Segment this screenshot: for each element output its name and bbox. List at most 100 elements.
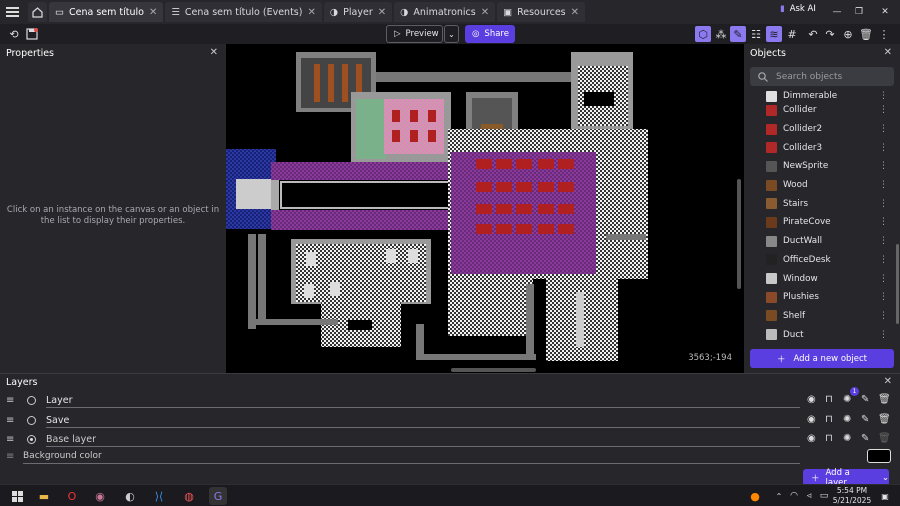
background-color-swatch[interactable]: [867, 449, 891, 463]
layer-name[interactable]: Save: [46, 413, 800, 428]
close-icon[interactable]: ✕: [481, 7, 489, 18]
steam-icon[interactable]: ◐: [121, 487, 139, 505]
search-input[interactable]: Search objects: [750, 67, 894, 86]
edit-icon[interactable]: ✎: [730, 26, 746, 42]
layer-row[interactable]: ≡ Layer ◉ ⊓ ✺ ✎ 🗑 1: [0, 387, 900, 410]
redo-icon[interactable]: ↷: [822, 26, 838, 42]
drag-handle-icon[interactable]: ≡: [6, 434, 14, 445]
more-options-icon[interactable]: ⋮: [879, 217, 888, 227]
preview-dropdown-button[interactable]: ⌄: [444, 25, 459, 43]
more-options-icon[interactable]: ⋮: [879, 311, 888, 321]
trash-icon[interactable]: 🗑: [878, 394, 891, 405]
more-options-icon[interactable]: ⋮: [879, 143, 888, 153]
tab-scene[interactable]: ▭ Cena sem título ✕: [49, 2, 164, 22]
visibility-eye-icon[interactable]: ◉: [807, 433, 816, 444]
delete-icon[interactable]: 🗑: [858, 26, 874, 42]
save-icon[interactable]: [24, 26, 40, 42]
close-icon[interactable]: ✕: [378, 7, 386, 18]
close-icon[interactable]: ✕: [884, 47, 892, 58]
chevron-down-icon[interactable]: ⌄: [882, 473, 889, 483]
more-icon[interactable]: ⋮: [876, 26, 892, 42]
close-icon[interactable]: ✕: [884, 376, 892, 387]
vscode-icon[interactable]: ⟩⟨: [150, 487, 168, 505]
tab-events[interactable]: ☰ Cena sem título (Events) ✕: [165, 2, 322, 22]
browser-icon[interactable]: ◍: [180, 487, 198, 505]
tab-player[interactable]: ◑ Player ✕: [323, 2, 393, 22]
object-list-item[interactable]: Collider2 ⋮: [744, 120, 900, 139]
more-options-icon[interactable]: ⋮: [879, 236, 888, 246]
lock-icon[interactable]: ⊓: [825, 394, 833, 405]
more-options-icon[interactable]: ⋮: [879, 255, 888, 265]
more-options-icon[interactable]: ⋮: [879, 91, 888, 101]
object-list-item[interactable]: OfficeDesk ⋮: [744, 251, 900, 270]
visibility-eye-icon[interactable]: ◉: [807, 414, 816, 425]
lock-icon[interactable]: ⊓: [825, 433, 833, 444]
objects-scrollbar[interactable]: [896, 244, 899, 324]
object-groups-icon[interactable]: ⁂: [713, 26, 729, 42]
visibility-eye-icon[interactable]: ◉: [807, 394, 816, 405]
layer-select-radio[interactable]: [27, 396, 36, 405]
close-icon[interactable]: ✕: [210, 47, 218, 58]
file-explorer-icon[interactable]: ▬: [35, 487, 53, 505]
lock-icon[interactable]: ⊓: [825, 414, 833, 425]
edit-icon[interactable]: ✎: [861, 433, 869, 444]
effects-icon[interactable]: ✺: [843, 433, 851, 444]
object-panel-toggle-icon[interactable]: ⬡: [695, 26, 711, 42]
object-list-item[interactable]: Shelf ⋮: [744, 307, 900, 326]
object-list-item[interactable]: Duct ⋮: [744, 325, 900, 344]
undo-history-icon[interactable]: ⟲: [6, 26, 22, 42]
layer-name[interactable]: Base layer: [46, 432, 800, 447]
discord-icon[interactable]: ◉: [91, 487, 109, 505]
close-icon[interactable]: ✕: [571, 7, 579, 18]
gdevelop-icon[interactable]: G: [209, 487, 227, 505]
more-options-icon[interactable]: ⋮: [879, 161, 888, 171]
preview-button[interactable]: ▷ Preview: [386, 25, 443, 43]
layers-toggle-icon[interactable]: ≋: [766, 26, 782, 42]
object-list-item[interactable]: Dimmerable ⋮: [744, 91, 900, 102]
zoom-icon[interactable]: ⊕: [840, 26, 856, 42]
more-options-icon[interactable]: ⋮: [879, 292, 888, 302]
windows-start-icon[interactable]: [8, 487, 26, 505]
light-icon[interactable]: ✺: [843, 414, 851, 425]
battery-icon[interactable]: ▭: [815, 487, 833, 505]
add-object-button[interactable]: ＋ Add a new object: [750, 349, 894, 368]
notifications-icon[interactable]: ▣: [876, 487, 894, 505]
more-options-icon[interactable]: ⋮: [879, 105, 888, 115]
drag-handle-icon[interactable]: ≡: [6, 415, 14, 426]
trash-icon[interactable]: 🗑: [878, 414, 891, 425]
layer-row[interactable]: ≡ Save ◉ ⊓ ✺ ✎ 🗑: [0, 411, 900, 430]
close-window-icon[interactable]: ✕: [870, 0, 900, 24]
ask-ai-button[interactable]: ▮ Ask AI: [780, 4, 816, 14]
scene-canvas[interactable]: 3563;-194: [226, 44, 744, 373]
more-options-icon[interactable]: ⋮: [879, 199, 888, 209]
opera-icon[interactable]: O: [63, 487, 81, 505]
more-options-icon[interactable]: ⋮: [879, 330, 888, 340]
trash-icon[interactable]: 🗑: [878, 433, 891, 444]
effects-icon[interactable]: ✺: [843, 394, 851, 405]
notification-app-icon[interactable]: ●: [746, 487, 764, 505]
undo-icon[interactable]: ↶: [805, 26, 821, 42]
clock[interactable]: 5:54 PM 5/21/2025: [832, 486, 872, 506]
layer-select-radio[interactable]: [27, 415, 36, 425]
share-button[interactable]: ◎ Share: [465, 25, 515, 43]
more-options-icon[interactable]: ⋮: [879, 274, 888, 284]
object-list-item[interactable]: Window ⋮: [744, 269, 900, 288]
drag-handle-icon[interactable]: ≡: [6, 395, 14, 406]
more-options-icon[interactable]: ⋮: [879, 180, 888, 190]
more-options-icon[interactable]: ⋮: [879, 124, 888, 134]
grid-icon[interactable]: #: [784, 26, 800, 42]
menu-icon[interactable]: [1, 0, 23, 24]
object-list-item[interactable]: Wood ⋮: [744, 176, 900, 195]
vertical-scrollbar[interactable]: [737, 179, 741, 289]
object-list-item[interactable]: DuctWall ⋮: [744, 232, 900, 251]
close-icon[interactable]: ✕: [149, 7, 157, 18]
object-list-item[interactable]: Stairs ⋮: [744, 194, 900, 213]
object-list-item[interactable]: PirateCove ⋮: [744, 213, 900, 232]
close-icon[interactable]: ✕: [307, 7, 315, 18]
object-list-item[interactable]: Plushies ⋮: [744, 288, 900, 307]
tab-resources[interactable]: ▣ Resources ✕: [497, 2, 586, 22]
tab-animatronics[interactable]: ◑ Animatronics ✕: [394, 2, 496, 22]
layer-name[interactable]: Layer: [46, 393, 800, 408]
horizontal-scrollbar[interactable]: [451, 368, 536, 372]
layer-select-radio[interactable]: [27, 435, 36, 444]
